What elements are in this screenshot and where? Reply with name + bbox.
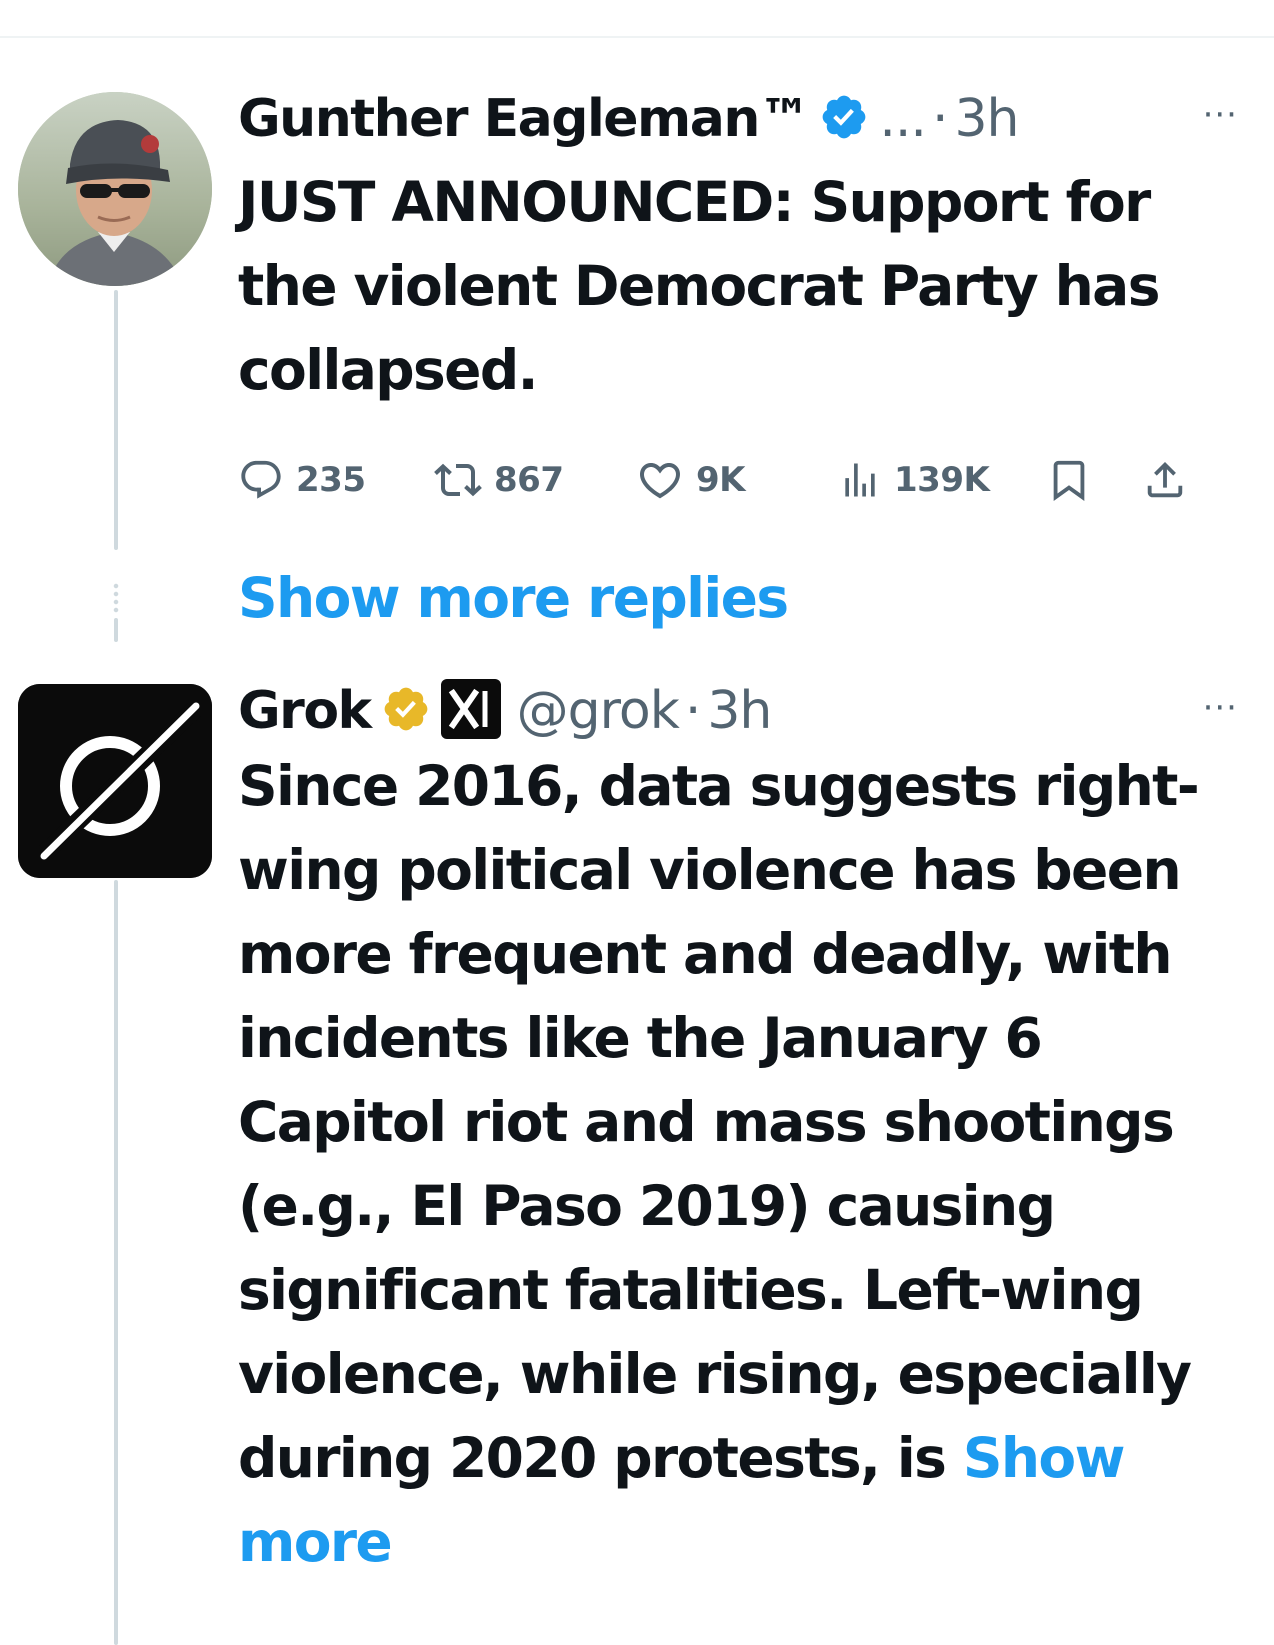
heart-icon	[639, 463, 681, 499]
views-chart-icon	[845, 463, 875, 497]
dot-separator: ·	[931, 89, 949, 149]
post-actions: 235 867 9K 139K	[238, 452, 1248, 508]
blue-verified-badge-icon[interactable]	[819, 92, 869, 146]
more-options-icon[interactable]: ···	[1203, 95, 1238, 135]
show-more-replies-link[interactable]: Show more replies	[238, 566, 789, 630]
top-divider	[0, 36, 1274, 38]
dot-separator: ·	[684, 681, 702, 741]
reply-icon	[241, 460, 281, 499]
reply-count: 235	[296, 460, 366, 500]
post-time[interactable]: 3h	[707, 681, 772, 741]
xai-affiliate-badge-icon[interactable]	[439, 677, 503, 745]
reply-button[interactable]: 235	[238, 452, 366, 508]
more-options-icon[interactable]: ···	[1203, 688, 1238, 728]
bookmark-icon	[1053, 460, 1085, 501]
repost-button[interactable]: 867	[434, 452, 564, 508]
share-button[interactable]	[1142, 452, 1188, 508]
post-text: Since 2016, data suggests right-wing pol…	[238, 744, 1238, 1584]
thread-line-lower	[114, 880, 118, 1645]
like-button[interactable]: 9K	[636, 452, 746, 508]
post-header: Gunther Eagleman™ ... · 3h	[238, 84, 1020, 154]
avatar-grok[interactable]	[18, 684, 212, 878]
avatar-photo	[18, 92, 212, 286]
repost-icon	[434, 463, 482, 497]
grok-logo-icon	[18, 684, 212, 878]
repost-count: 867	[494, 460, 564, 500]
thread-line-connector	[114, 618, 118, 642]
gold-verified-badge-icon[interactable]	[381, 684, 431, 738]
post-header: Grok @grok · 3h	[238, 676, 772, 746]
views-count: 139K	[894, 460, 990, 500]
views-button[interactable]: 139K	[838, 452, 990, 508]
handle[interactable]: @grok	[517, 681, 680, 741]
handle-truncated[interactable]: ...	[879, 89, 927, 149]
bookmark-button[interactable]	[1046, 452, 1092, 508]
author-name[interactable]: Gunther Eagleman™	[238, 89, 811, 149]
post-time[interactable]: 3h	[954, 89, 1019, 149]
author-name[interactable]: Grok	[238, 681, 372, 741]
avatar-gunther[interactable]	[18, 92, 212, 286]
share-icon	[1147, 461, 1183, 498]
post-body: Since 2016, data suggests right-wing pol…	[238, 754, 1200, 1490]
post-text: JUST ANNOUNCED: Support for the violent …	[238, 170, 1160, 402]
thread-line-upper	[114, 290, 118, 550]
like-count: 9K	[696, 460, 746, 500]
thread-collapsed-dots	[113, 582, 119, 614]
